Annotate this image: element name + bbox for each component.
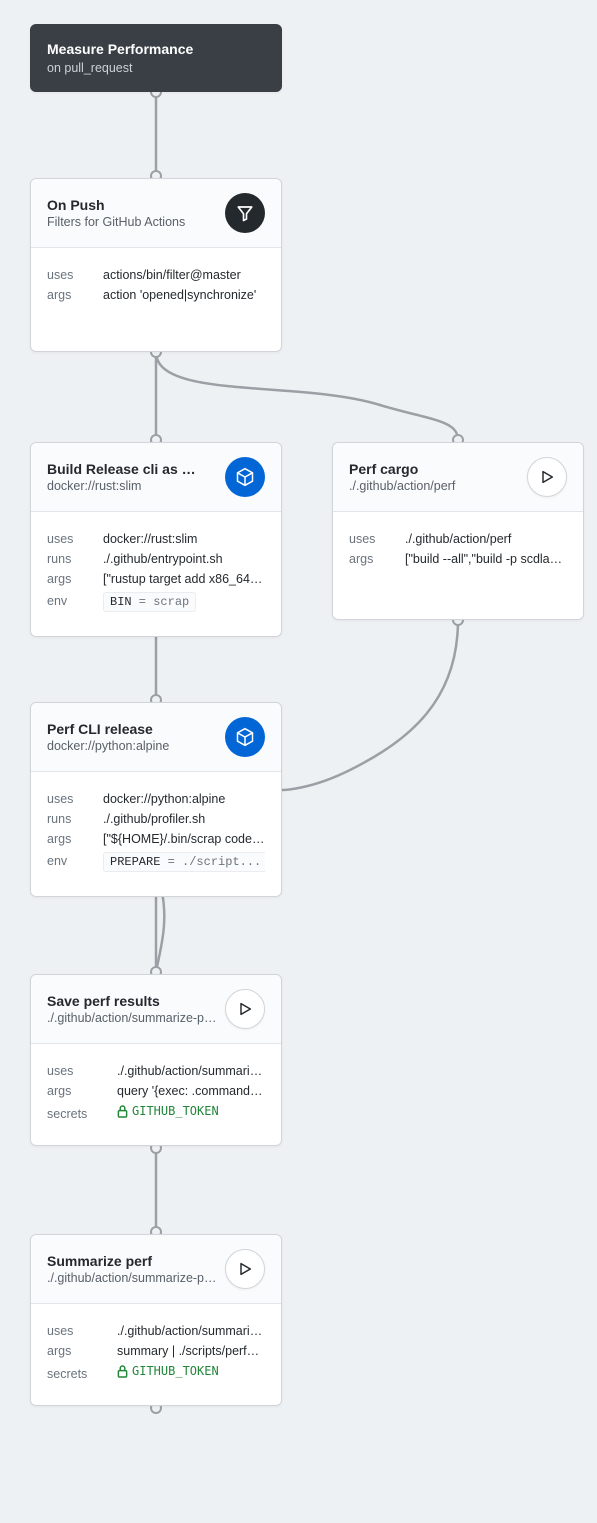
node-title: Perf CLI release — [47, 721, 217, 737]
secret-value: GITHUB_TOKEN — [117, 1104, 265, 1121]
node-summarize-perf[interactable]: Summarize perf ./.github/action/summariz… — [30, 1234, 282, 1406]
lock-icon — [117, 1105, 128, 1118]
row-value: summary | ./scripts/perfsum… — [117, 1344, 265, 1358]
row-value: docker://rust:slim — [103, 532, 265, 546]
node-on-push[interactable]: On Push Filters for GitHub Actions usesa… — [30, 178, 282, 352]
node-subtitle: docker://python:alpine — [47, 739, 217, 753]
play-icon — [225, 1249, 265, 1289]
node-save-perf-results[interactable]: Save perf results ./.github/action/summa… — [30, 974, 282, 1146]
node-title: Build Release cli as … — [47, 461, 217, 477]
node-build-release[interactable]: Build Release cli as … docker://rust:sli… — [30, 442, 282, 637]
node-subtitle: Filters for GitHub Actions — [47, 215, 217, 229]
row-value: ["rustup target add x86_64-… — [103, 572, 265, 586]
env-value: BIN = scrap — [103, 592, 265, 612]
workflow-root-node[interactable]: Measure Performance on pull_request — [30, 24, 282, 92]
env-value: PREPARE = ./script... — [103, 852, 265, 872]
node-title: On Push — [47, 197, 217, 213]
filter-icon — [225, 193, 265, 233]
row-value: docker://python:alpine — [103, 792, 265, 806]
play-icon — [225, 989, 265, 1029]
row-value: query '{exec: .command, m… — [117, 1084, 265, 1098]
row-value: ./.github/action/perf — [405, 532, 567, 546]
node-subtitle: ./.github/action/perf — [349, 479, 519, 493]
node-subtitle: ./.github/action/summarize-perf — [47, 1271, 217, 1285]
node-subtitle: docker://rust:slim — [47, 479, 217, 493]
row-value: action 'opened|synchronize' — [103, 288, 265, 302]
workflow-title: Measure Performance — [47, 41, 265, 57]
node-title: Perf cargo — [349, 461, 519, 477]
workflow-canvas: Measure Performance on pull_request On P… — [0, 0, 597, 1523]
lock-icon — [117, 1365, 128, 1378]
row-value: ./.github/action/summarize-… — [117, 1324, 265, 1338]
row-value: ./.github/action/summarize-… — [117, 1064, 265, 1078]
row-value: ./.github/entrypoint.sh — [103, 552, 265, 566]
node-perf-cli-release[interactable]: Perf CLI release docker://python:alpine … — [30, 702, 282, 897]
row-value: ["build --all","build -p scdla… — [405, 552, 567, 566]
secret-value: GITHUB_TOKEN — [117, 1364, 265, 1381]
row-value: actions/bin/filter@master — [103, 268, 265, 282]
node-title: Save perf results — [47, 993, 217, 1009]
node-subtitle: ./.github/action/summarize-perf — [47, 1011, 217, 1025]
row-value: ./.github/profiler.sh — [103, 812, 265, 826]
package-icon — [225, 457, 265, 497]
package-icon — [225, 717, 265, 757]
play-icon — [527, 457, 567, 497]
workflow-trigger: on pull_request — [47, 61, 265, 75]
node-perf-cargo[interactable]: Perf cargo ./.github/action/perf uses./.… — [332, 442, 584, 620]
node-title: Summarize perf — [47, 1253, 217, 1269]
row-value: ["${HOME}/.bin/scrap code … — [103, 832, 265, 846]
